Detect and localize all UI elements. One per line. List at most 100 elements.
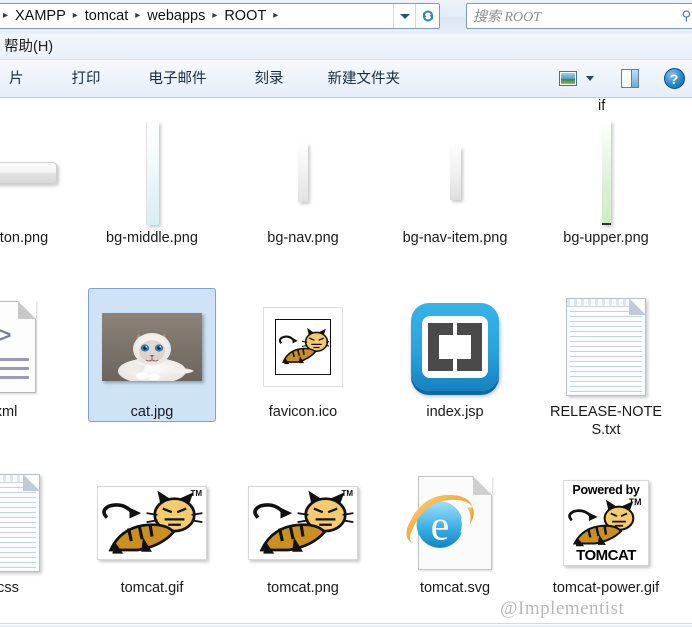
breadcrumb-item-webapps[interactable]: webapps (144, 4, 208, 28)
address-bar[interactable]: ▸ XAMPP ▸ tomcat ▸ webapps ▸ ROOT ▸ (0, 3, 440, 29)
list-item[interactable]: e tomcat.svg (391, 464, 519, 598)
preview-pane-button[interactable] (616, 65, 644, 93)
file-name-label: tomcat.png (267, 580, 339, 596)
file-name-label: at.css (0, 580, 19, 596)
file-name-label: bg-nav.png (267, 230, 339, 246)
file-name-label: bg-nav-item.png (402, 230, 508, 246)
breadcrumb-separator: ▸ (2, 10, 9, 21)
image-strip-nav (298, 144, 308, 202)
xml-file-icon: > (0, 301, 36, 393)
list-item[interactable]: > d.xml (0, 288, 64, 422)
text-file-icon (566, 298, 646, 396)
image-strip-navitem (449, 146, 461, 200)
file-icon-bg-middle (93, 119, 211, 227)
cat-photo-icon (102, 313, 202, 381)
file-name-label: ton.png (0, 230, 49, 246)
tomcat-logo-icon (278, 327, 329, 365)
list-item[interactable]: ton.png (0, 114, 88, 248)
file-name-label: tomcat.gif (120, 580, 184, 596)
file-icon-release-notes (547, 293, 665, 401)
bracket-left-icon (428, 323, 453, 371)
text-file-icon (0, 474, 40, 572)
bracket-right-icon (457, 323, 482, 371)
list-item[interactable]: at.css (0, 464, 64, 598)
file-name-label: RELEASE-NOTES.txt (550, 404, 662, 438)
address-bar-row: ▸ XAMPP ▸ tomcat ▸ webapps ▸ ROOT ▸ 搜索 R… (0, 0, 692, 34)
address-history-dropdown-button[interactable] (393, 4, 415, 28)
list-item[interactable]: bg-upper.png (542, 114, 670, 248)
refresh-icon (422, 10, 433, 22)
tomcat-logo: TM (97, 486, 207, 560)
refresh-button[interactable] (415, 4, 439, 28)
file-name-label: tomcat-power.gif (552, 580, 660, 596)
toolbar-button-slideshow[interactable]: 片 (0, 64, 33, 94)
file-icon-bg-nav (244, 119, 362, 227)
list-item[interactable]: TM (88, 464, 216, 598)
list-item[interactable]: bg-nav.png (239, 114, 367, 248)
change-view-dropdown-button[interactable] (582, 65, 598, 93)
list-item[interactable]: cat.jpg (88, 288, 216, 422)
tomcat-logo-icon: TM (568, 497, 642, 547)
tomcat-favicon (263, 307, 343, 387)
trademark-label: TM (341, 489, 353, 498)
xml-angle-bracket-icon: > (0, 324, 12, 347)
breadcrumb: ▸ XAMPP ▸ tomcat ▸ webapps ▸ ROOT ▸ (0, 4, 393, 28)
toolbar-button-print[interactable]: 打印 (63, 64, 110, 94)
file-icon-tomcat-gif: TM (93, 469, 211, 577)
file-name-label: d.xml (0, 404, 18, 420)
search-box[interactable]: 搜索 ROOT ⚲ (466, 3, 692, 29)
file-icon-css (0, 469, 59, 577)
list-item[interactable]: bg-nav-item.png (391, 114, 519, 248)
menu-item-help[interactable]: 帮助(H) (0, 36, 59, 58)
icon-grid: if ton.png bg-middle.png bg-nav.png bg-n… (0, 98, 692, 627)
file-icon-bg-upper (547, 119, 665, 227)
chevron-down-icon (586, 76, 594, 81)
search-input[interactable]: 搜索 ROOT (473, 6, 541, 26)
file-list-view[interactable]: if ton.png bg-middle.png bg-nav.png bg-n… (0, 98, 692, 627)
text-file-lines (0, 487, 36, 571)
file-icon-asf-button (0, 119, 83, 227)
toolbar-button-new-folder[interactable]: 新建文件夹 (319, 64, 410, 94)
tomcat-logo: TM (248, 486, 358, 560)
view-layout-icon (559, 71, 577, 86)
svg-text:e: e (431, 502, 450, 549)
image-strip-upper (601, 121, 611, 225)
file-icon-bg-nav-item (396, 119, 514, 227)
preview-pane-icon (621, 69, 639, 88)
help-button[interactable]: ? (660, 65, 688, 93)
toolbar-button-burn[interactable]: 刻录 (246, 64, 293, 94)
file-icon-favicon (244, 293, 362, 401)
list-item[interactable]: RELEASE-NOTES.txt (542, 288, 670, 440)
image-button-strip (0, 162, 57, 184)
text-file-lines (570, 311, 642, 395)
breadcrumb-item-root[interactable]: ROOT (221, 4, 269, 28)
internet-explorer-icon: e (406, 494, 474, 549)
image-strip-middle (145, 121, 159, 225)
brackets-inner (422, 316, 488, 378)
file-name-label: cat.jpg (130, 404, 174, 420)
file-name-label: bg-middle.png (106, 230, 198, 246)
change-view-button[interactable] (554, 65, 582, 93)
breadcrumb-separator: ▸ (72, 10, 78, 21)
list-item[interactable]: bg-middle.png (88, 114, 216, 248)
favicon-frame (275, 319, 331, 375)
menu-bar: 帮助(H) (0, 34, 692, 60)
file-icon-tomcat-png: TM (244, 469, 362, 577)
file-icon-index-jsp (396, 293, 514, 401)
toolbar-button-email[interactable]: 电子邮件 (140, 64, 216, 94)
breadcrumb-item-tomcat[interactable]: tomcat (82, 4, 132, 28)
ie-browser-file: e (406, 476, 492, 570)
list-item[interactable]: Powered by TM TOMCAT tomcat-power.gif (542, 464, 670, 598)
list-item[interactable]: favicon.ico (239, 288, 367, 422)
file-icon-xml: > (0, 293, 59, 401)
brackets-app-icon (411, 303, 499, 391)
chevron-down-icon (399, 13, 410, 19)
toolbar-right-group: ? (554, 65, 692, 93)
breadcrumb-separator: ▸ (212, 10, 218, 21)
breadcrumb-item-xampp[interactable]: XAMPP (12, 4, 69, 28)
list-item[interactable]: TM (239, 464, 367, 598)
trademark-label: TM (190, 489, 202, 498)
explorer-window: ▸ XAMPP ▸ tomcat ▸ webapps ▸ ROOT ▸ 搜索 R… (0, 0, 692, 627)
help-icon: ? (663, 68, 685, 89)
list-item[interactable]: index.jsp (391, 288, 519, 422)
